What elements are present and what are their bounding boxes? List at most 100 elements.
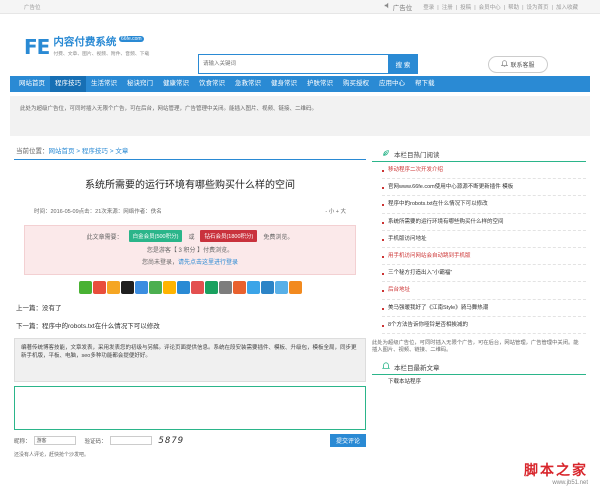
pay-box: 此文章需要： 白金会员(500积分) 或 钻石会员(1800积分) 免费浏览。 … [24, 225, 356, 275]
share-icon[interactable] [218, 281, 232, 294]
top-link[interactable]: 加入收藏 [556, 5, 578, 11]
font-size-toggle[interactable]: - 小 + 大 [325, 207, 346, 215]
top-ad-right: 广告位 [384, 2, 413, 12]
sidebar-hot-item[interactable]: 程序中的robots.txt在什么情况下可以修改 [382, 196, 586, 214]
share-icon[interactable] [274, 281, 288, 294]
watermark-url: www.jb51.net [552, 480, 588, 486]
vip-diamond-button[interactable]: 钻石会员(1800积分) [200, 230, 258, 242]
nav-item[interactable]: 程序技巧 [50, 76, 86, 92]
divider: | [455, 4, 458, 11]
nav-item[interactable]: 健身常识 [266, 76, 302, 92]
divider: | [503, 4, 506, 11]
share-icon[interactable] [190, 281, 204, 294]
contact-label: 联系客服 [510, 63, 535, 69]
share-icon[interactable] [78, 281, 92, 294]
article-meta: 时间：2016-05-09 点击：21次 来源：网络 作者：佚名 - 小 + 大 [14, 207, 366, 215]
share-icon[interactable] [176, 281, 190, 294]
login-link[interactable]: 请先点击这里进行登录 [178, 260, 238, 266]
name-field[interactable]: 游客 [33, 436, 76, 445]
top-link[interactable]: 投稿 [460, 5, 471, 11]
share-icon[interactable] [204, 281, 218, 294]
share-icon[interactable] [260, 281, 274, 294]
nav-item[interactable]: 应用中心 [374, 76, 410, 92]
nav-item[interactable]: 健康常识 [158, 76, 194, 92]
code-label: 验证码： [84, 438, 107, 445]
top-link[interactable]: 注册 [442, 5, 453, 11]
share-icon[interactable] [92, 281, 106, 294]
top-link[interactable]: 帮助 [508, 5, 519, 11]
sidebar-ad: 此处为超级广告位，可同时插入无限个广告，可在后台，网站管理，广告管理中关闭。能插… [372, 339, 579, 354]
vip-platinum-button[interactable]: 白金会员(500积分) [128, 230, 183, 242]
share-icon[interactable] [246, 281, 260, 294]
name-label: 昵称： [14, 438, 31, 445]
pay-login: 您尚未登录，请先点击这里进行登录 [25, 257, 355, 266]
sidebar-hot-item[interactable]: 用手机访问网站会自动跳到手机版 [382, 248, 586, 266]
prev-link[interactable]: 上一篇：没有了 [16, 300, 366, 318]
sidebar-hot-item[interactable]: 后台地址 [382, 282, 586, 300]
sidebar-hot-item[interactable]: 手机版访问地址 [382, 231, 586, 248]
nav-item[interactable]: 帮下载 [410, 76, 440, 92]
sidebar-hot-item[interactable]: 系统所需要的运行环境有哪些购买什么样的空间 [382, 214, 586, 231]
nav-item[interactable]: 护肤常识 [302, 76, 338, 92]
breadcrumb-label: 当前位置： [16, 148, 49, 155]
divider: | [522, 4, 524, 11]
contact-button[interactable]: 联系客服 [488, 56, 548, 73]
sidebar-hot-header: 本栏目热门阅读 [372, 146, 586, 162]
share-icon[interactable] [120, 281, 134, 294]
prev-next: 上一篇：没有了 下一篇：程序中的robots.txt在什么情况下可以修改 [14, 300, 366, 336]
breadcrumb-sep: > [74, 148, 82, 155]
divider: | [551, 4, 553, 11]
share-icon[interactable] [162, 281, 176, 294]
pay-note: 您是游客【 3 积分 】付费浏览。 [146, 248, 234, 254]
divider: | [474, 4, 476, 11]
comment-notice: 编著传统博客技能，文章发表，采用发表您的初级与另解。评论页面提供信息。系统在段安… [14, 338, 366, 382]
code-field[interactable] [109, 436, 152, 445]
share-icon[interactable] [288, 281, 302, 294]
nav-item[interactable]: 秘诀窍门 [122, 76, 158, 92]
share-icon[interactable] [106, 281, 120, 294]
top-link[interactable]: 会员中心 [479, 5, 501, 11]
nav-item[interactable]: 网站首页 [14, 76, 50, 92]
speaker-icon [384, 2, 391, 11]
breadcrumb-item[interactable]: 程序技巧 [82, 148, 108, 155]
logo[interactable]: FE 内容付费系统 66fe.com 付费、文章、图片、视频、附件、音频、下载 [24, 36, 149, 58]
share-icon[interactable] [134, 281, 148, 294]
nav-item[interactable]: 饮食常识 [194, 76, 230, 92]
next-link[interactable]: 下一篇：程序中的robots.txt在什么情况下可以修改 [16, 318, 366, 336]
sidebar-hot-item[interactable]: 8个方法告诉你哑铃是否相挨减的 [382, 317, 586, 334]
breadcrumb-item[interactable]: 文章 [115, 148, 128, 155]
article-main: 当前位置：网站首页 > 程序技巧 > 文章 系统所需要的运行环境有哪些购买什么样… [14, 146, 366, 458]
top-ad-label: 广告位 [392, 4, 413, 12]
sidebar-hot-title: 本栏目热门阅读 [394, 151, 440, 159]
share-icon[interactable] [148, 281, 162, 294]
share-bar [14, 281, 366, 294]
top-bar: 广告位 广告位 登录 | 注册 | 投稿 | 会员中心 | 帮助 | 设为首页 | 加入收藏 [0, 0, 600, 14]
nav-item[interactable]: 购买授权 [338, 76, 374, 92]
search-button[interactable]: 搜 索 [388, 54, 418, 74]
watermark-cn: 脚本之家 [524, 463, 588, 479]
meta-views: 点击：21次 [78, 209, 107, 215]
search-input[interactable] [198, 54, 388, 74]
sidebar-hot-item[interactable]: 官网www.66fe.com使用中心源源不断更新插件 模板 [382, 179, 586, 197]
header: FE 内容付费系统 66fe.com 付费、文章、图片、视频、附件、音频、下载 … [0, 14, 600, 74]
bell-icon [501, 60, 509, 69]
logo-mark: FE [24, 35, 50, 59]
comment-textarea[interactable] [14, 386, 366, 430]
share-icon[interactable] [232, 281, 246, 294]
ad-notice: 此处为超级广告位，可同时插入无限个广告，可在后台，网站管理，广告管理中关闭。能插… [10, 96, 590, 136]
login-prefix: 您尚未登录， [141, 260, 178, 266]
sidebar-hot-item[interactable]: 移动程序二次开发介绍 [382, 162, 586, 180]
sidebar-hot-list: 移动程序二次开发介绍 官网www.66fe.com使用中心源源不断更新插件 模板程… [372, 162, 586, 334]
top-link[interactable]: 登录 [423, 5, 434, 11]
top-link[interactable]: 设为首页 [527, 5, 549, 11]
sidebar-hot-item[interactable]: 美马强暖我好了《江南Style》骑马舞热潮 [382, 300, 586, 317]
pay-intro: 此文章需要： [86, 234, 123, 241]
nav-item[interactable]: 生活常识 [86, 76, 122, 92]
captcha-image[interactable]: 5879 [159, 436, 185, 446]
sidebar-hot-item[interactable]: 三个秘方打造出入“小霸福” [382, 265, 586, 283]
logo-slogan: 付费、文章、图片、视频、附件、音频、下载 [53, 52, 150, 57]
breadcrumb-item[interactable]: 网站首页 [49, 148, 75, 155]
nav-item[interactable]: 急救常识 [230, 76, 266, 92]
sidebar-new-item[interactable]: 下载本站程序 [372, 375, 586, 389]
submit-comment-button[interactable]: 提交评论 [329, 434, 366, 447]
